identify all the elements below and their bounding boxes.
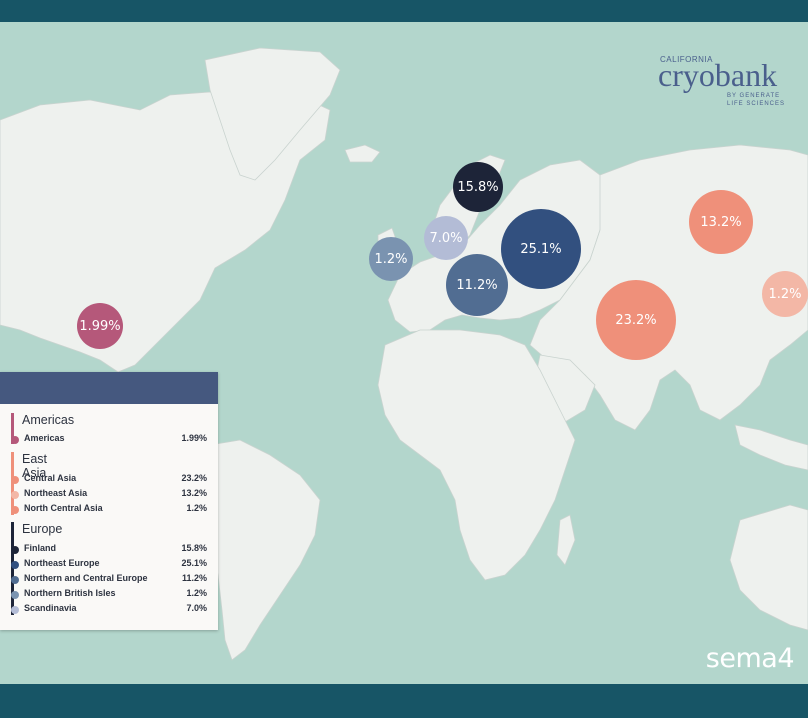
sema4-logo: sema4 bbox=[705, 643, 795, 674]
legend-item-label: Finland bbox=[24, 543, 56, 553]
legend-item[interactable]: North Central Asia 1.2% bbox=[11, 503, 207, 518]
logo-sub-line-2: LIFE SCIENCES bbox=[726, 101, 785, 107]
legend-item[interactable]: Northeast Europe 25.1% bbox=[11, 558, 207, 573]
legend-item-label: Scandinavia bbox=[24, 603, 77, 613]
bubble-finland[interactable]: 15.8% bbox=[453, 162, 503, 212]
legend-item[interactable]: Scandinavia 7.0% bbox=[11, 603, 207, 618]
legend-item-label: Northern and Central Europe bbox=[24, 573, 148, 583]
bubble-label: 1.2% bbox=[768, 286, 802, 302]
logo-main-text: cryobank bbox=[658, 57, 778, 93]
iceland-land bbox=[344, 144, 381, 163]
legend-dot bbox=[11, 546, 19, 554]
legend-dot bbox=[11, 576, 19, 584]
legend-item-value: 1.2% bbox=[186, 588, 207, 598]
bubble-label: 1.99% bbox=[79, 318, 121, 334]
legend-item-label: Central Asia bbox=[24, 473, 77, 483]
legend-item-label: North Central Asia bbox=[24, 503, 103, 513]
legend-dot bbox=[11, 606, 19, 614]
bubble-label: 11.2% bbox=[456, 277, 498, 293]
australia-land bbox=[729, 504, 808, 631]
bubble-label: 23.2% bbox=[615, 312, 657, 328]
bubble-label: 1.2% bbox=[374, 251, 408, 267]
legend-item[interactable]: Northeast Asia 13.2% bbox=[11, 488, 207, 503]
legend-dot bbox=[11, 491, 19, 499]
legend-dot bbox=[11, 591, 19, 599]
legend-dot bbox=[11, 436, 19, 444]
legend-panel: Americas Americas 1.99% East Asia Centra… bbox=[0, 372, 218, 630]
bubble-label: 15.8% bbox=[457, 179, 499, 195]
legend-item-value: 11.2% bbox=[181, 573, 207, 583]
legend-header bbox=[0, 372, 218, 404]
top-bar bbox=[0, 0, 808, 22]
bubble-northeast-asia[interactable]: 13.2% bbox=[689, 190, 753, 254]
legend-dot bbox=[11, 506, 19, 514]
legend-item-label: Americas bbox=[24, 433, 65, 443]
legend-item[interactable]: Finland 15.8% bbox=[11, 543, 207, 558]
logo-sub-line-1: BY GENERATE bbox=[726, 93, 781, 99]
bubble-label: 13.2% bbox=[700, 214, 742, 230]
bubble-north-central-asia[interactable]: 1.2% bbox=[762, 271, 808, 317]
bubble-scandinavia[interactable]: 7.0% bbox=[424, 216, 468, 260]
cryobank-logo: CALIFORNIA cryobank BY GENERATE LIFE SCI… bbox=[658, 55, 793, 108]
legend-dot bbox=[11, 476, 19, 484]
legend-item[interactable]: Northern British Isles 1.2% bbox=[11, 588, 207, 603]
legend-item-value: 7.0% bbox=[186, 603, 207, 613]
bubble-northern-central-europe[interactable]: 11.2% bbox=[446, 254, 508, 316]
legend-item-label: Northeast Europe bbox=[24, 558, 100, 568]
legend-item-value: 23.2% bbox=[181, 473, 207, 483]
bubble-label: 25.1% bbox=[520, 241, 562, 257]
legend-item-label: Northeast Asia bbox=[24, 488, 88, 498]
legend-item-value: 1.2% bbox=[186, 503, 207, 513]
legend-item-value: 1.99% bbox=[181, 433, 207, 443]
bubble-americas[interactable]: 1.99% bbox=[77, 303, 123, 349]
legend-item-value: 13.2% bbox=[181, 488, 207, 498]
bubble-central-asia[interactable]: 23.2% bbox=[596, 280, 676, 360]
south-america-land bbox=[207, 439, 321, 661]
legend-item[interactable]: Central Asia 23.2% bbox=[11, 473, 207, 488]
legend-item-value: 25.1% bbox=[181, 558, 207, 568]
bubble-northern-british-isles[interactable]: 1.2% bbox=[369, 237, 413, 281]
legend-group-title: Europe bbox=[22, 522, 63, 536]
legend-item-label: Northern British Isles bbox=[24, 588, 116, 598]
bubble-northeast-europe[interactable]: 25.1% bbox=[501, 209, 581, 289]
legend-item[interactable]: Northern and Central Europe 11.2% bbox=[11, 573, 207, 588]
madagascar-land bbox=[556, 514, 576, 566]
legend-item[interactable]: Americas 1.99% bbox=[11, 433, 207, 448]
bottom-bar bbox=[0, 684, 808, 718]
logo-sub-text: BY GENERATE LIFE SCIENCES bbox=[727, 92, 785, 108]
bubble-label: 7.0% bbox=[429, 230, 463, 246]
legend-group-title: Americas bbox=[22, 413, 75, 427]
southeast-asia-land bbox=[734, 424, 808, 471]
legend-item-value: 15.8% bbox=[181, 543, 207, 553]
legend-dot bbox=[11, 561, 19, 569]
